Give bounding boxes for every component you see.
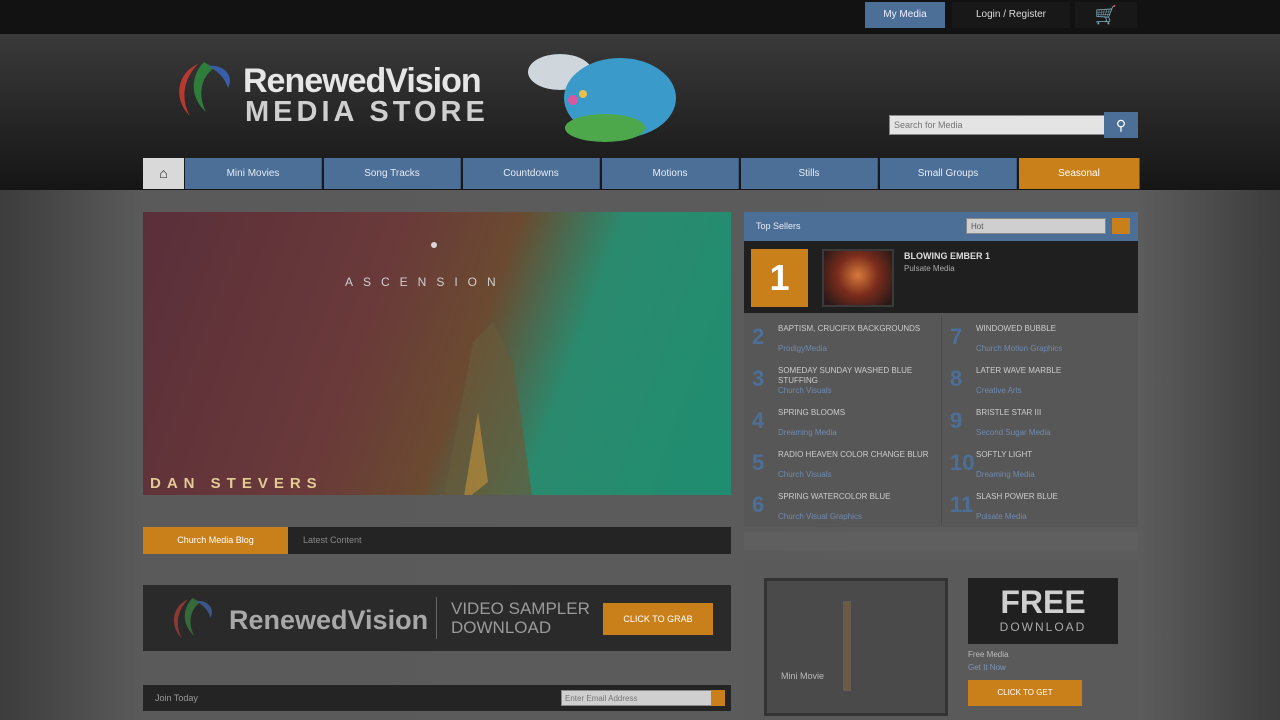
list-rank: 11 [950, 492, 974, 517]
free-download-graphic[interactable]: FREE DOWNLOAD [968, 578, 1118, 644]
list-title[interactable]: RADIO HEAVEN COLOR CHANGE BLUR [778, 450, 938, 460]
nav-countdowns[interactable]: Countdowns [463, 158, 600, 189]
home-icon[interactable]: ⌂ [143, 158, 184, 189]
nav-stills[interactable]: Stills [741, 158, 878, 189]
list-title[interactable]: SPRING BLOOMS [778, 408, 938, 418]
tab-latest-content[interactable]: Latest Content [303, 527, 362, 554]
top-seller-title[interactable]: BLOWING EMBER 1 [904, 251, 990, 261]
content-tabs: Church Media Blog Latest Content [143, 527, 731, 554]
list-item[interactable]: 5 RADIO HEAVEN COLOR CHANGE BLUR Church … [744, 444, 940, 486]
list-item[interactable]: 9 BRISTLE STAR III Second Sugar Media [942, 402, 1138, 444]
list-title[interactable]: SPRING WATERCOLOR BLUE [778, 492, 938, 502]
banner-cta-button[interactable]: CLICK TO GRAB [603, 603, 713, 635]
list-title[interactable]: SOMEDAY SUNDAY WASHED BLUE STUFFING [778, 366, 938, 386]
my-media-button[interactable]: My Media [865, 2, 945, 28]
newsletter-email-input[interactable] [561, 690, 714, 706]
panel-divider-strip [744, 532, 1138, 550]
list-producer[interactable]: Creative Arts [976, 386, 1022, 395]
list-item[interactable]: 4 SPRING BLOOMS Dreaming Media [744, 402, 940, 444]
hero-artist: DAN STEVERS [150, 475, 323, 492]
banner-divider [436, 597, 437, 639]
top-sellers-panel: Top Sellers Hot 1 BLOWING EMBER 1 Pulsat… [744, 212, 1138, 527]
top-seller-first[interactable]: 1 BLOWING EMBER 1 Pulsate Media [744, 241, 1138, 313]
list-item[interactable]: 7 WINDOWED BUBBLE Church Motion Graphics [942, 318, 1138, 360]
list-title[interactable]: BRISTLE STAR III [976, 408, 1136, 418]
cart-icon[interactable]: 🛒 [1075, 2, 1137, 28]
main-navigation: ⌂ Mini Movies Song Tracks Countdowns Mot… [143, 158, 1140, 189]
nav-seasonal[interactable]: Seasonal [1019, 158, 1140, 189]
search-input[interactable] [889, 115, 1111, 135]
nav-mini-movies[interactable]: Mini Movies [185, 158, 322, 189]
promo-cloud-badge[interactable] [525, 50, 680, 145]
list-producer[interactable]: Church Motion Graphics [976, 344, 1062, 353]
list-producer[interactable]: Pulsate Media [976, 512, 1027, 521]
list-item[interactable]: 3 SOMEDAY SUNDAY WASHED BLUE STUFFING Ch… [744, 360, 940, 402]
featured-panel: Mini Movie FREE DOWNLOAD Free Media Get … [744, 560, 1138, 720]
list-rank: 10 [950, 450, 975, 475]
list-producer[interactable]: Dreaming Media [976, 470, 1035, 479]
newsletter-bar: Join Today [143, 685, 731, 711]
banner-headline: VIDEO SAMPLER DOWNLOAD [451, 599, 590, 637]
banner-logo-icon [173, 598, 212, 639]
newsletter-submit-button[interactable] [711, 690, 725, 706]
hero-slide[interactable] [143, 212, 731, 495]
tab-church-media-blog[interactable]: Church Media Blog [143, 527, 288, 554]
list-rank: 6 [752, 492, 765, 517]
list-title[interactable]: WINDOWED BUBBLE [976, 324, 1136, 334]
logo-subtitle[interactable]: MEDIA STORE [245, 96, 489, 129]
list-producer[interactable]: Church Visual Graphics [778, 512, 862, 521]
hero-figure [444, 322, 532, 495]
top-seller-thumbnail[interactable] [822, 249, 894, 307]
featured-video-thumbnail[interactable]: Mini Movie [764, 578, 948, 716]
free-media-label: Free Media [968, 650, 1009, 659]
newsletter-label: Join Today [155, 693, 198, 703]
list-rank: 9 [950, 408, 963, 433]
free-title: FREE [1000, 584, 1086, 620]
list-title[interactable]: SOFTLY LIGHT [976, 450, 1136, 460]
search-icon[interactable]: ⚲ [1104, 112, 1138, 138]
top-seller-producer[interactable]: Pulsate Media [904, 264, 955, 273]
top-sellers-filter-button[interactable] [1112, 218, 1130, 234]
list-rank: 5 [752, 450, 765, 475]
list-item[interactable]: 2 BAPTISM, CRUCIFIX BACKGROUNDS ProdigyM… [744, 318, 940, 360]
free-download-button[interactable]: CLICK TO GET [968, 680, 1082, 706]
nav-song-tracks[interactable]: Song Tracks [324, 158, 461, 189]
list-producer[interactable]: Dreaming Media [778, 428, 837, 437]
video-figure [843, 601, 851, 691]
rank-badge: 1 [751, 249, 808, 307]
list-title[interactable]: BAPTISM, CRUCIFIX BACKGROUNDS [778, 324, 938, 334]
renewed-vision-logo-mark[interactable] [168, 58, 236, 122]
list-item[interactable]: 6 SPRING WATERCOLOR BLUE Church Visual G… [744, 486, 940, 528]
banner-logo-text: RenewedVision [229, 605, 429, 635]
list-item[interactable]: 8 LATER WAVE MARBLE Creative Arts [942, 360, 1138, 402]
list-producer[interactable]: Second Sugar Media [976, 428, 1051, 437]
list-rank: 2 [752, 324, 765, 349]
list-rank: 8 [950, 366, 963, 391]
free-media-link[interactable]: Get It Now [968, 663, 1006, 672]
top-sellers-filter-select[interactable]: Hot [966, 218, 1106, 234]
list-rank: 3 [752, 366, 765, 391]
list-producer[interactable]: Church Visuals [778, 386, 832, 395]
hero-title: ASCENSION [345, 275, 506, 289]
video-sampler-banner[interactable]: RenewedVision VIDEO SAMPLER DOWNLOAD CLI… [143, 585, 731, 651]
nav-small-groups[interactable]: Small Groups [880, 158, 1017, 189]
list-producer[interactable]: Church Visuals [778, 470, 832, 479]
list-rank: 7 [950, 324, 963, 349]
list-rank: 4 [752, 408, 765, 433]
top-bar: My Media Login / Register 🛒 [0, 0, 1280, 34]
top-sellers-title: Top Sellers [756, 221, 801, 231]
list-item[interactable]: 11 SLASH POWER BLUE Pulsate Media [942, 486, 1138, 528]
list-title[interactable]: LATER WAVE MARBLE [976, 366, 1136, 376]
top-sellers-header: Top Sellers Hot [744, 212, 1138, 241]
video-label: Mini Movie [781, 671, 825, 681]
hero-light-dot [431, 242, 437, 248]
list-producer[interactable]: ProdigyMedia [778, 344, 827, 353]
list-item[interactable]: 10 SOFTLY LIGHT Dreaming Media [942, 444, 1138, 486]
login-register-link[interactable]: Login / Register [952, 2, 1070, 28]
nav-motions[interactable]: Motions [602, 158, 739, 189]
list-title[interactable]: SLASH POWER BLUE [976, 492, 1136, 502]
free-subtitle: DOWNLOAD [999, 620, 1087, 634]
